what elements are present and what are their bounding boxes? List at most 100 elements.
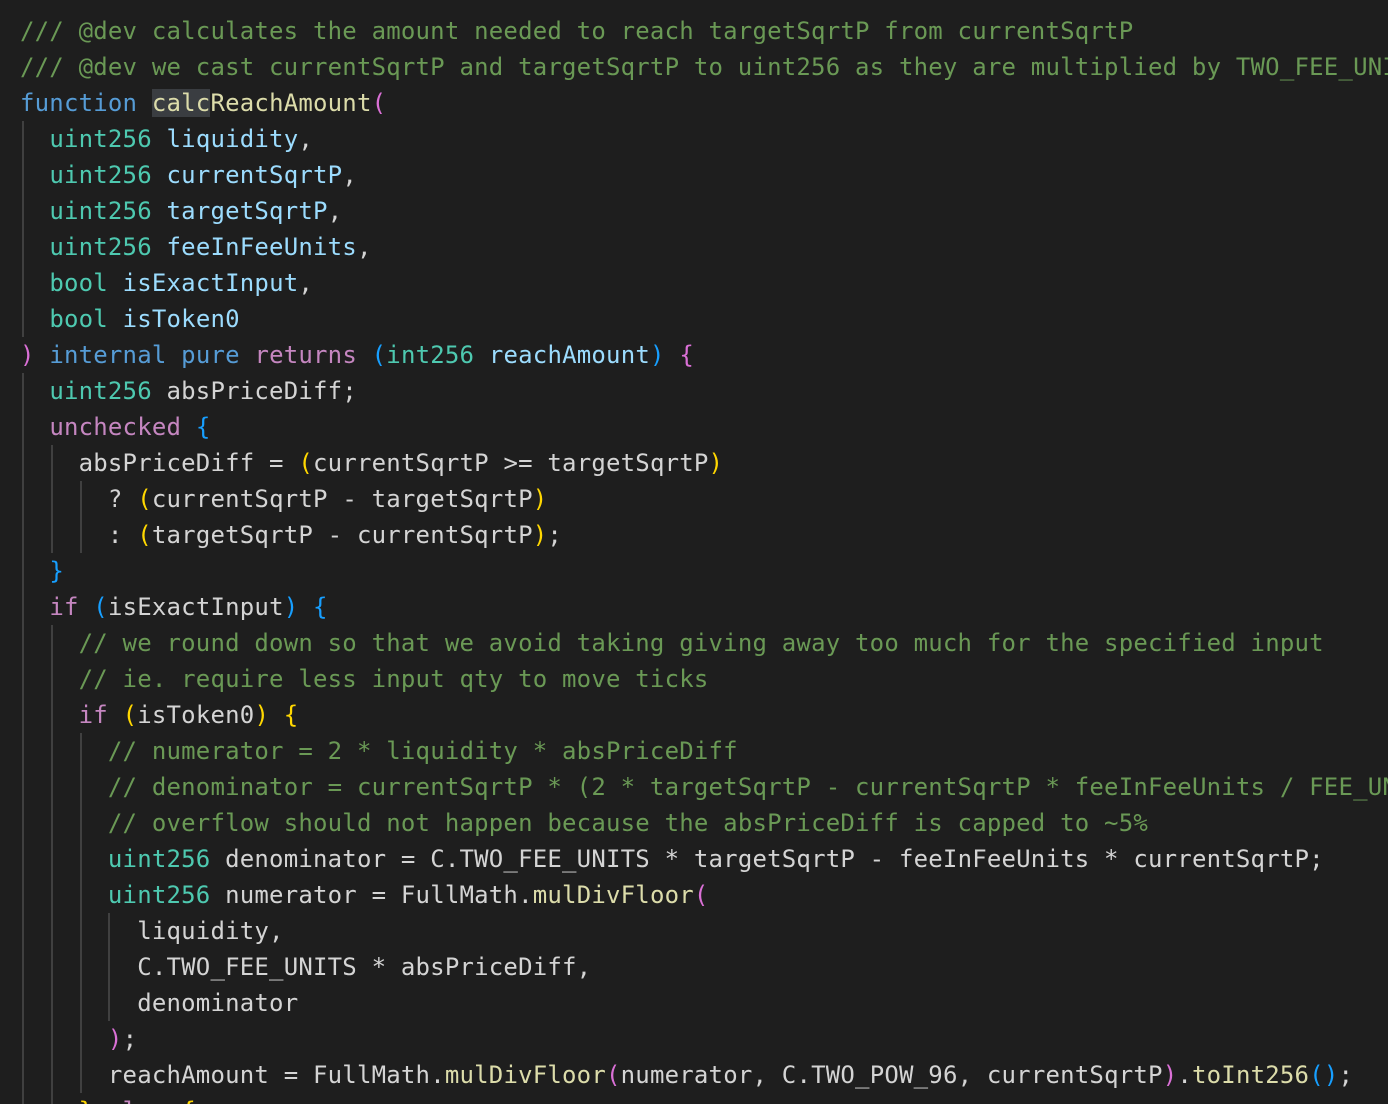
code-line[interactable]: unchecked { bbox=[20, 409, 1388, 445]
code-token-plain: , bbox=[298, 125, 314, 153]
code-token-plain: currentSqrtP - targetSqrtP bbox=[151, 485, 533, 513]
code-line[interactable]: // ie. require less input qty to move ti… bbox=[20, 661, 1388, 697]
code-token-type: uint256 bbox=[107, 881, 211, 909]
code-token-bracket3: ( bbox=[371, 341, 387, 369]
code-token-control: returns bbox=[254, 341, 357, 369]
code-line[interactable]: : (targetSqrtP - currentSqrtP); bbox=[20, 517, 1388, 553]
code-line[interactable]: ? (currentSqrtP - targetSqrtP) bbox=[20, 481, 1388, 517]
code-token-plain: , bbox=[327, 197, 343, 225]
code-token-plain: ; bbox=[1338, 1061, 1354, 1089]
indent-guide bbox=[50, 625, 53, 661]
code-token-plain: liquidity, bbox=[137, 917, 284, 945]
indent-guide bbox=[22, 1021, 24, 1057]
code-token-type: bool bbox=[49, 305, 108, 333]
code-line[interactable]: uint256 targetSqrtP, bbox=[20, 193, 1388, 229]
code-line[interactable]: absPriceDiff = (currentSqrtP >= targetSq… bbox=[20, 445, 1388, 481]
code-line[interactable]: uint256 denominator = C.TWO_FEE_UNITS * … bbox=[20, 841, 1388, 877]
code-line[interactable]: // overflow should not happen because th… bbox=[20, 805, 1388, 841]
code-token-control: if bbox=[78, 701, 108, 729]
code-token-control: else bbox=[108, 1097, 167, 1104]
indent-guide bbox=[79, 769, 82, 805]
code-line[interactable]: denominator bbox=[20, 985, 1388, 1021]
indent-guide bbox=[22, 373, 24, 409]
code-line[interactable]: if (isToken0) { bbox=[20, 697, 1388, 733]
code-token-function: mulDivFloor bbox=[444, 1061, 606, 1089]
code-token-bracket3: ( bbox=[1309, 1061, 1324, 1089]
indent-guide bbox=[22, 481, 24, 517]
indent-guide bbox=[22, 553, 24, 589]
code-line[interactable]: ) internal pure returns (int256 reachAmo… bbox=[20, 337, 1388, 373]
code-line[interactable]: // denominator = currentSqrtP * (2 * tar… bbox=[20, 769, 1388, 805]
code-line[interactable]: liquidity, bbox=[20, 913, 1388, 949]
indent-guide bbox=[50, 481, 53, 517]
code-line[interactable]: /// @dev calculates the amount needed to… bbox=[20, 13, 1388, 49]
code-token-plain: denominator = C.TWO_FEE_UNITS * targetSq… bbox=[210, 845, 1324, 873]
code-token-plain: , bbox=[298, 269, 314, 297]
code-token-comment: // overflow should not happen because th… bbox=[107, 809, 1149, 837]
code-token-bracket1: ( bbox=[298, 449, 314, 477]
indent-guide bbox=[50, 445, 53, 481]
code-line[interactable]: function calcReachAmount( bbox=[20, 85, 1388, 121]
code-token-bracket2: ) bbox=[20, 341, 35, 369]
code-line[interactable]: /// @dev we cast currentSqrtP and target… bbox=[20, 49, 1388, 85]
indent-guide bbox=[22, 733, 24, 769]
code-line[interactable]: // numerator = 2 * liquidity * absPriceD… bbox=[20, 733, 1388, 769]
indent-guide bbox=[22, 517, 24, 553]
code-line[interactable]: bool isToken0 bbox=[20, 301, 1388, 337]
code-line[interactable]: uint256 liquidity, bbox=[20, 121, 1388, 157]
indent-guide bbox=[79, 985, 82, 1021]
indent-guide bbox=[22, 697, 24, 733]
indent-guide bbox=[22, 769, 24, 805]
code-token-comment: // ie. require less input qty to move ti… bbox=[78, 665, 709, 693]
code-token-bracket1: { bbox=[181, 1097, 196, 1104]
indent-guide bbox=[22, 805, 24, 841]
code-token-function: ReachAmount bbox=[210, 89, 372, 117]
code-line[interactable]: uint256 currentSqrtP, bbox=[20, 157, 1388, 193]
indent-guide bbox=[22, 1093, 24, 1104]
code-line[interactable]: } bbox=[20, 553, 1388, 589]
code-line[interactable]: ); bbox=[20, 1021, 1388, 1057]
code-line[interactable]: } else { bbox=[20, 1093, 1388, 1104]
code-line[interactable]: uint256 absPriceDiff; bbox=[20, 373, 1388, 409]
code-token-bracket2: ) bbox=[107, 1025, 123, 1053]
indent-guide bbox=[22, 409, 24, 445]
code-token-comment: // denominator = currentSqrtP * (2 * tar… bbox=[107, 773, 1388, 801]
code-line[interactable]: // we round down so that we avoid taking… bbox=[20, 625, 1388, 661]
code-editor[interactable]: /// @dev calculates the amount needed to… bbox=[0, 0, 1388, 1104]
code-line[interactable]: bool isExactInput, bbox=[20, 265, 1388, 301]
code-line[interactable]: if (isExactInput) { bbox=[20, 589, 1388, 625]
code-line[interactable]: reachAmount = FullMath.mulDivFloor(numer… bbox=[20, 1057, 1388, 1093]
code-line[interactable]: C.TWO_FEE_UNITS * absPriceDiff, bbox=[20, 949, 1388, 985]
indent-guide bbox=[79, 517, 82, 553]
indent-guide bbox=[50, 841, 53, 877]
code-token-variable: feeInFeeUnits bbox=[166, 233, 357, 261]
code-token-plain: : bbox=[107, 521, 138, 549]
code-token-comment: // numerator = 2 * liquidity * absPriceD… bbox=[107, 737, 738, 765]
indent-guide bbox=[22, 301, 24, 337]
indent-guide bbox=[79, 841, 82, 877]
indent-guide bbox=[50, 1093, 53, 1104]
code-area[interactable]: /// @dev calculates the amount needed to… bbox=[20, 13, 1388, 1104]
code-line[interactable]: uint256 numerator = FullMath.mulDivFloor… bbox=[20, 877, 1388, 913]
indent-guide bbox=[108, 949, 111, 985]
code-token-bracket1: } bbox=[79, 1097, 94, 1104]
code-token-bracket2: ) bbox=[1162, 1061, 1178, 1089]
code-line[interactable]: uint256 feeInFeeUnits, bbox=[20, 229, 1388, 265]
